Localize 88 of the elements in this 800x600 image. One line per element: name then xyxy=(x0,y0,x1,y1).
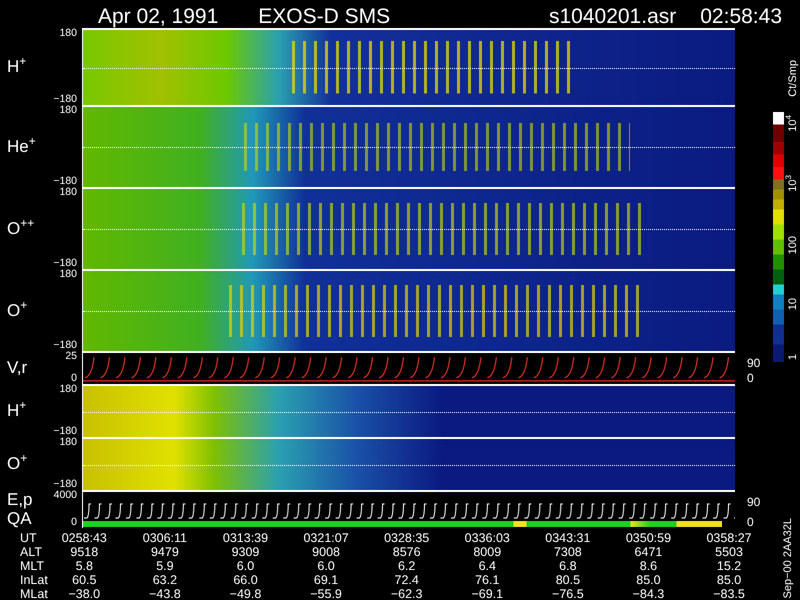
axis-label: −180 xyxy=(53,176,77,187)
table-value: −62.3 xyxy=(390,587,422,600)
axis-label: −180 xyxy=(53,426,77,437)
panel-label: He$^{+}$ xyxy=(7,136,36,156)
table-value: 15.2 xyxy=(716,559,742,573)
table-value: −76.5 xyxy=(552,587,584,600)
table-value: 5.9 xyxy=(156,559,174,573)
table-value: 8.6 xyxy=(640,559,658,573)
unit-label: Ct/Smp xyxy=(787,60,799,97)
axis-label: 0 xyxy=(71,517,77,528)
table-value: −55.9 xyxy=(310,587,342,600)
row-label: MLat xyxy=(19,587,49,600)
panel-label: O$^{+}$ xyxy=(7,454,28,473)
table-value: −69.1 xyxy=(471,587,504,600)
axis-label: 0 xyxy=(71,373,77,384)
axis-label: 180 xyxy=(59,28,77,39)
axis-label: −180 xyxy=(53,94,77,105)
panel-label: H$^{+}$ xyxy=(7,57,26,76)
table-value: 8576 xyxy=(392,545,421,559)
table-value: 0336:03 xyxy=(464,531,510,545)
axis-label: 180 xyxy=(59,384,77,395)
axis-label: 0 xyxy=(747,516,754,528)
table-value: 6.4 xyxy=(478,559,496,573)
table-value: 9309 xyxy=(232,545,260,559)
axis-label: 90 xyxy=(747,496,760,508)
panel-label: O$^{++}$ xyxy=(7,218,34,238)
table-value: 0350:59 xyxy=(626,531,672,545)
table-value: 7308 xyxy=(554,545,582,559)
axis-label: 180 xyxy=(59,105,77,116)
table-value: 0358:27 xyxy=(706,531,752,545)
plot-code: Sep−00 2AA32L xyxy=(782,518,794,598)
axis-label: −180 xyxy=(53,479,77,490)
table-value: 69.1 xyxy=(314,573,338,587)
table-value: 5.8 xyxy=(76,559,93,573)
axis-label: −180 xyxy=(53,340,77,351)
panel-label: O$^{+}$ xyxy=(7,300,28,320)
row-label: ALT xyxy=(19,545,43,559)
plot-date: Apr 02, 1991 xyxy=(98,6,218,28)
plot-time: 02:58:43 xyxy=(700,6,782,28)
row-label: UT xyxy=(19,531,38,545)
row-label: MLT xyxy=(19,559,46,573)
axis-label: 0 xyxy=(747,372,754,384)
table-value: 5503 xyxy=(715,545,743,559)
file-name: s1040201.asr xyxy=(548,6,676,28)
table-value: 76.1 xyxy=(475,573,500,587)
table-value: 6.0 xyxy=(236,559,254,573)
table-value: 0313:39 xyxy=(222,531,268,545)
table-value: 9008 xyxy=(312,545,340,559)
table-value: 0306:11 xyxy=(142,531,188,545)
table-value: 0343:31 xyxy=(545,531,590,545)
scale-label: 100 xyxy=(787,236,800,254)
table-value: 6.2 xyxy=(398,559,416,573)
axis-label: 180 xyxy=(59,269,77,280)
table-value: 80.5 xyxy=(556,573,580,587)
table-value: 6.8 xyxy=(559,559,577,573)
axis-label: −180 xyxy=(53,258,77,269)
table-value: −43.8 xyxy=(149,587,181,600)
table-value: 72.4 xyxy=(394,573,419,587)
table-value: 85.0 xyxy=(716,573,742,587)
scale-label: 10 xyxy=(787,298,800,310)
table-value: −84.3 xyxy=(632,587,664,600)
axis-label: 180 xyxy=(59,187,77,198)
table-value: −38.0 xyxy=(68,587,100,600)
table-value: 0321:07 xyxy=(303,531,349,545)
axis-label: 4000 xyxy=(54,490,77,501)
scale-label: 1 xyxy=(787,354,800,360)
panel-label: E,p xyxy=(7,490,33,509)
axis-label: 25 xyxy=(65,351,77,362)
table-value: 6471 xyxy=(634,545,662,559)
table-value: 63.2 xyxy=(152,573,178,587)
table-value: 60.5 xyxy=(72,573,96,587)
axis-label: 180 xyxy=(59,437,77,448)
table-value: 0328:35 xyxy=(384,531,430,545)
table-value: 0258:43 xyxy=(62,531,107,545)
table-value: −83.5 xyxy=(713,587,745,600)
panel-label: H$^{+}$ xyxy=(7,401,26,420)
table-value: 66.0 xyxy=(233,573,258,587)
table-value: −49.8 xyxy=(230,587,262,600)
table-value: 6.0 xyxy=(317,559,335,573)
table-value: 9518 xyxy=(70,545,98,559)
axis-label: 90 xyxy=(747,357,760,369)
table-value: 85.0 xyxy=(636,573,661,587)
table-value: 8009 xyxy=(473,545,502,559)
panel-label: V,r xyxy=(7,358,28,377)
row-label: InLat xyxy=(19,573,49,587)
instrument-name: EXOS-D SMS xyxy=(258,6,390,28)
table-value: 9479 xyxy=(150,545,179,559)
panel-label: QA xyxy=(7,509,33,528)
